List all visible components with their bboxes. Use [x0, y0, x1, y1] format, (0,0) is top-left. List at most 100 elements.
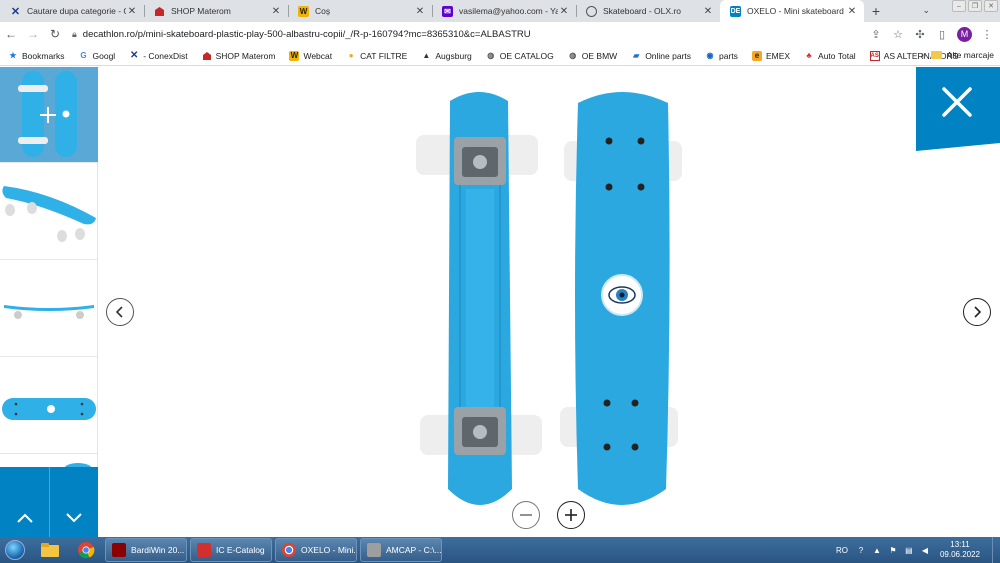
task-label: IC E-Catalog: [216, 545, 265, 555]
conexdist-x-icon: ✕: [130, 50, 139, 61]
other-bookmarks-folder[interactable]: Alte marcaje: [930, 50, 994, 60]
next-image-button[interactable]: [963, 298, 991, 326]
profile-avatar[interactable]: M: [957, 26, 972, 42]
tab-close-icon[interactable]: ✕: [126, 6, 138, 17]
bookmark-label: Googl: [92, 50, 116, 61]
network-icon[interactable]: ▤: [904, 545, 914, 555]
product-image: [416, 92, 682, 505]
bookmark-item[interactable]: ♣ Auto Total: [804, 51, 855, 61]
extensions-icon[interactable]: ✣: [913, 27, 927, 41]
bookmark-label: - ConexDist: [143, 50, 188, 61]
augsburg-icon: ▲: [422, 51, 431, 60]
bookmark-item[interactable]: G Googl: [79, 50, 116, 61]
clock[interactable]: 13:11 09.06.2022: [940, 540, 980, 560]
task-label: OXELO - Mini...: [301, 545, 357, 555]
materom-icon: [154, 6, 165, 17]
bookmark-item[interactable]: ◉ parts: [705, 51, 738, 61]
bookmark-label: Webcat: [303, 50, 333, 61]
bookmark-item[interactable]: e EMEX: [751, 50, 791, 61]
task-ic-catalog[interactable]: IC E-Catalog: [190, 538, 272, 562]
explorer-pinned[interactable]: [34, 538, 66, 562]
bookmark-item[interactable]: W Webcat: [289, 50, 333, 61]
chevron-right-icon: [974, 306, 982, 318]
bookmark-item[interactable]: ★ Bookmarks: [8, 51, 64, 61]
thumbnail-side[interactable]: [0, 261, 98, 357]
help-icon[interactable]: ?: [856, 545, 866, 555]
thumbnails-down-button[interactable]: [49, 467, 98, 537]
bookmark-item[interactable]: ◍ OE BMW: [568, 51, 617, 61]
drop-icon: ●: [348, 51, 354, 60]
new-tab-button[interactable]: +: [864, 0, 888, 22]
bookmark-item[interactable]: ▰ Online parts: [631, 51, 691, 61]
tab-decathlon-active[interactable]: DE OXELO - Mini skateboard plastic ✕: [720, 0, 864, 22]
language-indicator[interactable]: RO: [836, 546, 848, 555]
chevron-left-icon: [115, 306, 123, 318]
browser-toolbar: ← → ↻ 🔒︎ decathlon.ro/p/mini-skateboard-…: [0, 22, 1000, 46]
thumbnail-perspective[interactable]: [0, 164, 98, 260]
window-controls: – ❐ ✕: [952, 0, 998, 12]
thumbnails-up-button[interactable]: [0, 467, 49, 537]
materom-icon: [202, 51, 212, 61]
flag-icon[interactable]: ⚑: [888, 545, 898, 555]
previous-image-button[interactable]: [106, 298, 134, 326]
show-desktop-button[interactable]: [992, 537, 1000, 563]
thumbnail-top[interactable]: [0, 358, 98, 454]
tab-close-icon[interactable]: ✕: [846, 6, 858, 17]
bookmark-label: OE BMW: [581, 50, 618, 61]
start-button[interactable]: [0, 537, 30, 563]
tab-materom[interactable]: SHOP Materom ✕: [144, 0, 288, 22]
bookmark-item[interactable]: ● CAT FILTRE: [346, 51, 408, 61]
tray-expand-icon[interactable]: ▲: [872, 545, 882, 555]
tab-strip: ✕ Cautare dupa categorie - Conex ✕ SHOP …: [0, 0, 1000, 22]
bookmark-item[interactable]: ▲ Augsburg: [421, 51, 471, 61]
tab-search-chevron-icon[interactable]: ⌄: [922, 5, 930, 16]
zoom-out-button[interactable]: [512, 501, 540, 529]
tab-title: Cautare dupa categorie - Conex: [27, 6, 126, 16]
restore-button[interactable]: ❐: [968, 0, 982, 12]
minimize-button[interactable]: –: [952, 0, 966, 12]
tab-olx[interactable]: Skateboard - OLX.ro ✕: [576, 0, 720, 22]
toolbar-actions: ⇪ ☆ ✣ ▯ M ⋮: [869, 26, 994, 42]
chrome-pinned[interactable]: [70, 538, 102, 562]
forward-button[interactable]: →: [22, 23, 44, 45]
task-chrome-oxelo[interactable]: OXELO - Mini...: [275, 538, 357, 562]
reload-button[interactable]: ↻: [44, 23, 66, 45]
tab-close-icon[interactable]: ✕: [702, 6, 714, 17]
tab-close-icon[interactable]: ✕: [270, 6, 282, 17]
webcat-icon: W: [289, 50, 300, 61]
thumbnail-front-and-back[interactable]: [0, 67, 98, 163]
close-window-button[interactable]: ✕: [984, 0, 998, 12]
address-bar[interactable]: 🔒︎ decathlon.ro/p/mini-skateboard-plasti…: [72, 24, 863, 44]
bookmark-label: parts: [719, 50, 738, 61]
tab-cos[interactable]: W Coș ✕: [288, 0, 432, 22]
menu-icon[interactable]: ⋮: [980, 27, 994, 41]
bookmark-item[interactable]: SHOP Materom: [202, 50, 276, 61]
close-viewer-button[interactable]: [916, 67, 1000, 151]
tab-close-icon[interactable]: ✕: [414, 6, 426, 17]
lock-icon[interactable]: 🔒︎: [72, 29, 77, 40]
task-bardiwin[interactable]: BardiWin 20...: [105, 538, 187, 562]
emex-icon: e: [751, 50, 762, 61]
tab-title: Coș: [315, 6, 331, 16]
tab-title: SHOP Materom: [171, 6, 231, 16]
zoom-in-button[interactable]: [557, 501, 585, 529]
volume-icon[interactable]: ◀: [920, 545, 930, 555]
back-button[interactable]: ←: [0, 23, 22, 45]
bookmark-label: SHOP Materom: [215, 50, 276, 61]
tab-conexdist[interactable]: ✕ Cautare dupa categorie - Conex ✕: [0, 0, 144, 22]
tab-close-icon[interactable]: ✕: [558, 6, 570, 17]
bookmarks-overflow-button[interactable]: »: [921, 50, 926, 60]
share-icon[interactable]: ⇪: [869, 27, 883, 41]
side-panel-icon[interactable]: ▯: [935, 27, 949, 41]
chevron-up-icon: [16, 513, 33, 523]
folder-icon: [41, 543, 59, 557]
bookmark-label: Alte marcaje: [946, 50, 994, 60]
bookmark-star-icon[interactable]: ☆: [891, 27, 905, 41]
bookmark-label: EMEX: [765, 50, 791, 61]
tab-yahoo-mail[interactable]: ✉ vasilema@yahoo.com - Yahoo ✕: [432, 0, 576, 22]
clock-date: 09.06.2022: [939, 550, 980, 559]
bookmark-item[interactable]: ✕ - ConexDist: [129, 50, 188, 61]
bookmark-item[interactable]: ◍ OE CATALOG: [486, 51, 554, 61]
tab-title: Skateboard - OLX.ro: [603, 6, 681, 16]
task-amcap[interactable]: AMCAP - C:\...: [360, 538, 442, 562]
